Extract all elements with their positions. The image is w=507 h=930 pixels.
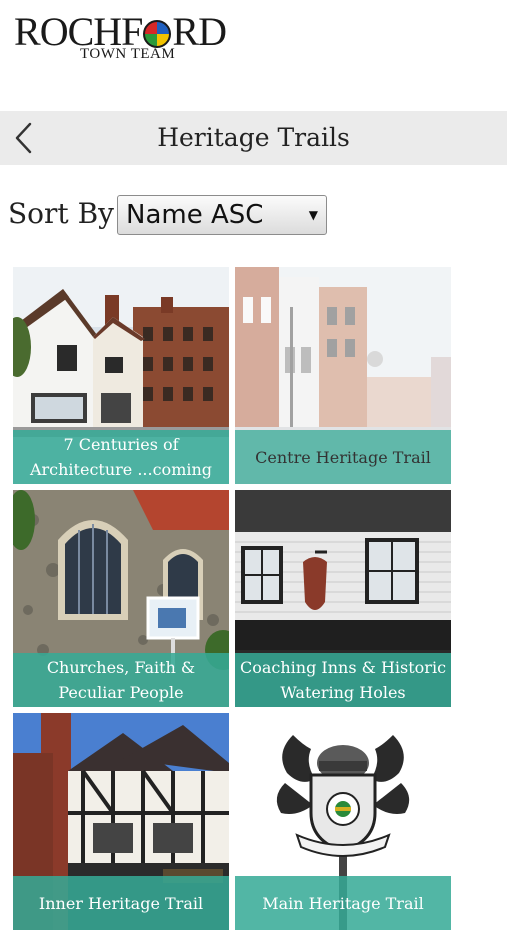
trail-title: Churches, Faith & Peculiar People — [13, 653, 229, 707]
trail-title: Inner Heritage Trail — [13, 876, 229, 930]
page-title: Heritage Trails — [157, 123, 350, 152]
trail-tile-centre[interactable]: Centre Heritage Trail — [235, 267, 451, 484]
logo-letters-1: R — [14, 9, 41, 54]
trail-tile-churches[interactable]: Churches, Faith & Peculiar People — [13, 490, 229, 707]
trail-title: 7 Centuries of Architecture ...coming — [13, 430, 229, 484]
logo-subtitle: TOWN TEAM — [80, 46, 176, 62]
sort-selected-value: Name ASC — [126, 200, 264, 230]
trail-tile-7-centuries[interactable]: 7 Centuries of Architecture ...coming — [13, 267, 229, 484]
logo-letters-3: RD — [172, 9, 227, 54]
trail-tile-inner[interactable]: Inner Heritage Trail — [13, 713, 229, 930]
trail-title: Main Heritage Trail — [235, 876, 451, 930]
trail-title: Coaching Inns & Historic Watering Holes — [235, 653, 451, 707]
header-bar: Heritage Trails — [0, 111, 507, 165]
trail-title: Centre Heritage Trail — [235, 430, 451, 484]
trail-tile-main[interactable]: Main Heritage Trail — [235, 713, 451, 930]
back-button[interactable] — [10, 119, 46, 157]
rochford-town-team-logo: ROCHF RD TOWN TEAM — [14, 9, 227, 64]
dropdown-arrow-icon: ▼ — [308, 208, 318, 222]
chevron-left-icon — [15, 122, 32, 154]
sort-label: Sort By — [8, 197, 114, 230]
trail-tile-coaching-inns[interactable]: Coaching Inns & Historic Watering Holes — [235, 490, 451, 707]
sort-select[interactable]: Name ASC ▼ — [117, 195, 327, 235]
logo-colored-o-icon — [143, 20, 172, 48]
